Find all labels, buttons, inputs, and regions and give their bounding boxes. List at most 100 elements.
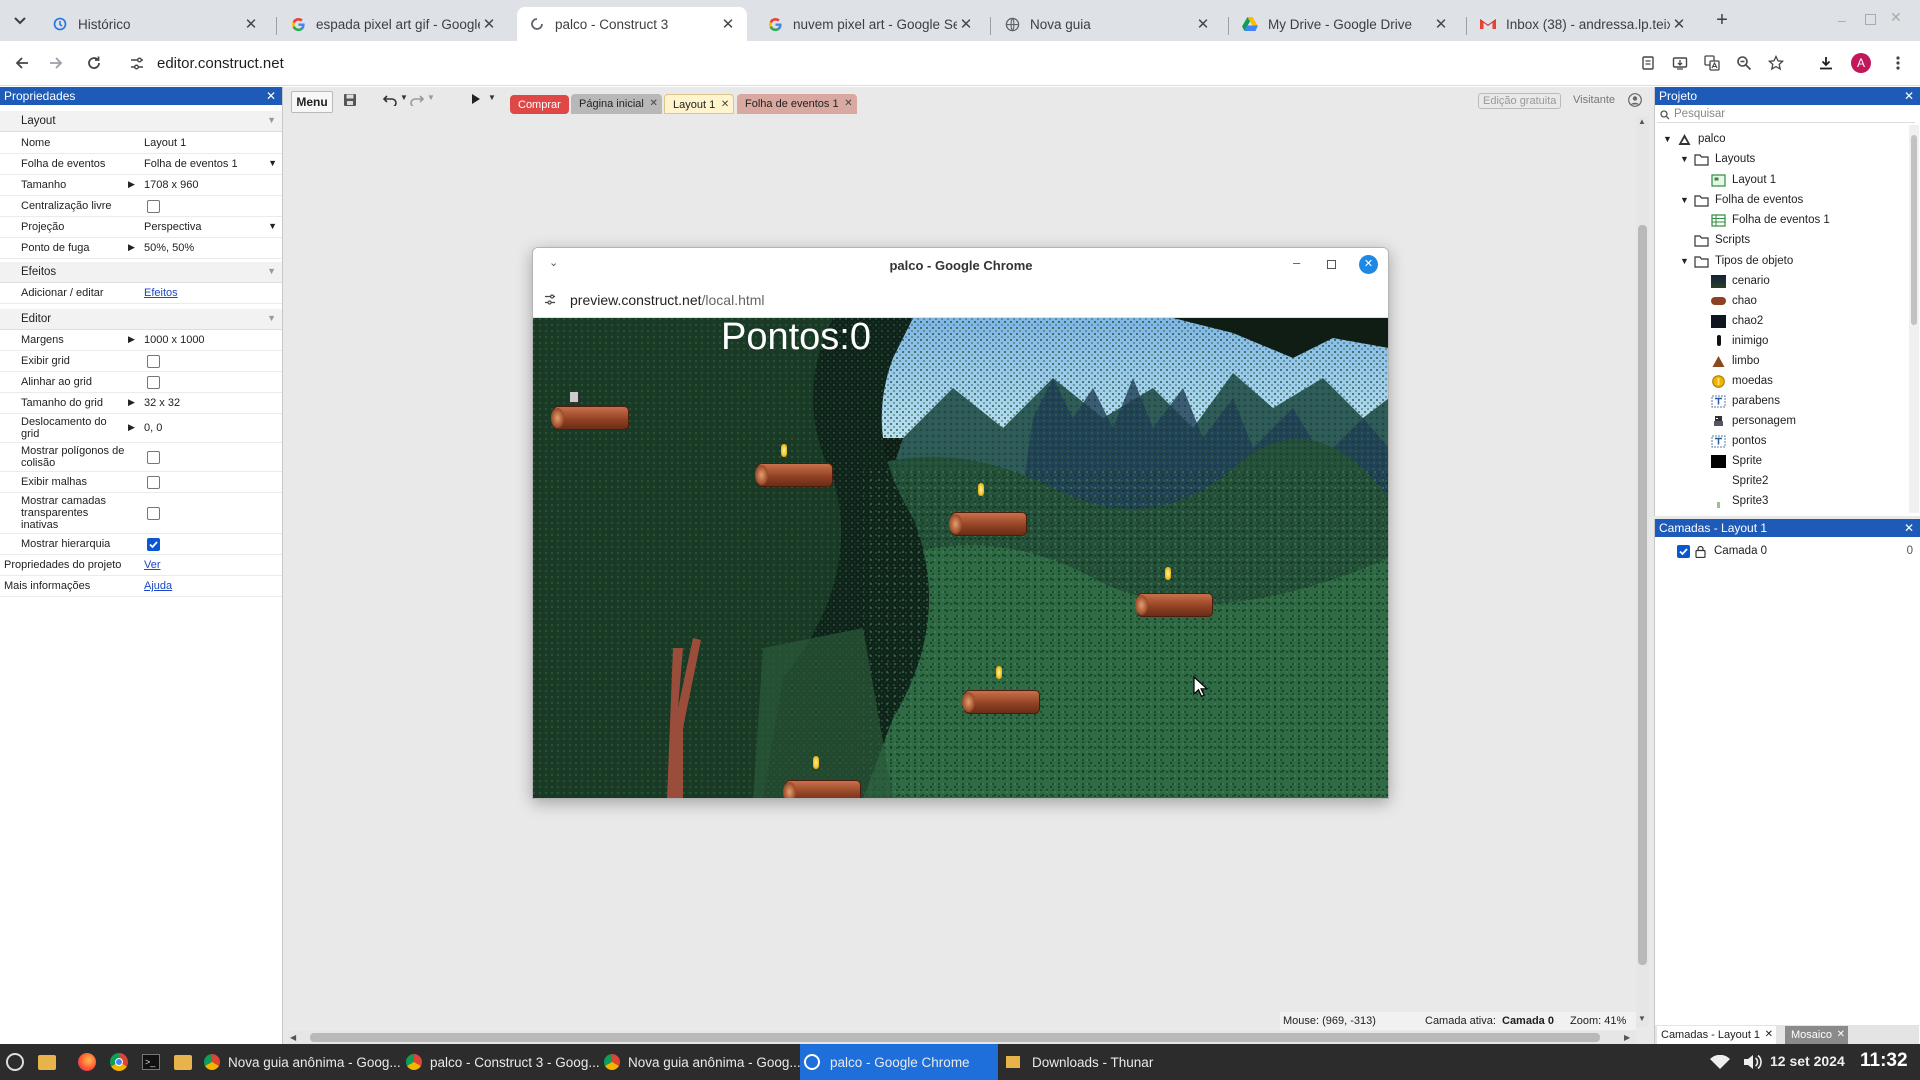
redo-dropdown-icon[interactable]: ▼ [427, 93, 435, 102]
object-type-sprite3[interactable]: Sprite3 [1711, 492, 1768, 510]
free-edition-badge[interactable]: Edição gratuita [1478, 93, 1562, 109]
browser-tab-historico[interactable]: Histórico ✕ [40, 7, 270, 41]
scrollbar-thumb[interactable] [1911, 135, 1917, 325]
object-type-inimigo[interactable]: inimigo [1711, 332, 1768, 350]
maximize-window-icon[interactable] [1327, 260, 1336, 269]
close-icon[interactable]: ✕ [1837, 1026, 1845, 1044]
prop-row-tamanho[interactable]: ▶ Tamanho 1708 x 960 [0, 175, 282, 196]
taskbar-item-palco-chrome[interactable]: palco - Google Chrome [800, 1044, 998, 1080]
prop-value[interactable]: 32 x 32 [144, 397, 180, 409]
section-efeitos[interactable]: Efeitos ▼ [0, 262, 282, 283]
close-icon[interactable]: ✕ [1904, 87, 1914, 105]
buy-button[interactable]: Comprar [510, 95, 569, 114]
editor-tab-pagina-inicial[interactable]: Página inicial ✕ [571, 94, 662, 114]
project-search-input[interactable]: Pesquisar [1657, 107, 1915, 123]
expand-arrow-icon[interactable]: ▶ [128, 179, 135, 190]
prop-row-nome[interactable]: Nome Layout 1 [0, 133, 282, 154]
object-type-pontos[interactable]: pontos [1711, 432, 1767, 450]
vertical-scrollbar[interactable]: ▲ ▼ [1636, 117, 1649, 1027]
address-bar[interactable]: editor.construct.net [116, 46, 1690, 81]
layer-row[interactable]: Camada 0 0 [1655, 543, 1919, 561]
prop-row-camadas-transparentes[interactable]: Mostrar camadas transparentes inativas [0, 493, 282, 534]
close-icon[interactable]: ✕ [844, 94, 852, 114]
close-icon[interactable]: ✕ [1904, 519, 1914, 537]
prop-row-mais-informacoes[interactable]: Mais informações Ajuda [0, 576, 282, 597]
object-type-personagem[interactable]: personagem [1711, 412, 1796, 430]
expand-arrow-icon[interactable]: ▼ [1680, 154, 1694, 164]
close-icon[interactable]: ✕ [957, 15, 975, 33]
expand-arrow-icon[interactable]: ▼ [1680, 256, 1694, 266]
undo-dropdown-icon[interactable]: ▼ [400, 93, 408, 102]
horizontal-scrollbar[interactable]: ◀ ▶ [288, 1031, 1636, 1044]
tree-folder-scripts[interactable]: Scripts [1694, 231, 1750, 249]
section-layout[interactable]: Layout ▼ [0, 111, 282, 132]
volume-icon[interactable] [1742, 1053, 1762, 1071]
scrollbar-thumb[interactable] [310, 1033, 1600, 1042]
downloads-icon[interactable] [1812, 49, 1840, 77]
prop-row-margens[interactable]: ▶ Margens 1000 x 1000 [0, 330, 282, 351]
tree-item-folha-eventos-1[interactable]: Folha de eventos 1 [1711, 211, 1830, 229]
close-icon[interactable]: ✕ [1194, 15, 1212, 33]
tree-folder-layouts[interactable]: ▼ Layouts [1680, 150, 1755, 168]
tab-camadas[interactable]: Camadas - Layout 1 ✕ [1657, 1026, 1777, 1044]
more-menu-icon[interactable] [1884, 49, 1912, 77]
tab-mosaico[interactable]: Mosaico ✕ [1785, 1026, 1848, 1044]
prop-select-value[interactable]: Folha de eventos 1 [144, 158, 238, 170]
prop-checkbox[interactable] [147, 200, 160, 213]
user-icon[interactable] [1628, 93, 1642, 107]
collapse-icon[interactable]: ▼ [267, 115, 276, 125]
prop-value[interactable]: Layout 1 [144, 137, 186, 149]
tree-folder-eventos[interactable]: ▼ Folha de eventos [1680, 191, 1803, 209]
collapse-icon[interactable]: ▼ [267, 313, 276, 323]
object-type-moedas[interactable]: moedas [1711, 372, 1773, 390]
taskbar-date[interactable]: 12 set 2024 [1770, 1053, 1845, 1069]
prop-row-poligonos-colisao[interactable]: Mostrar polígonos de colisão [0, 443, 282, 472]
minimize-window-icon[interactable]: – [1293, 255, 1300, 270]
bookmark-star-icon[interactable] [1762, 49, 1790, 77]
chrome-launcher-icon[interactable] [110, 1053, 128, 1071]
close-window-icon[interactable]: ✕ [1890, 9, 1906, 25]
object-type-parabens[interactable]: parabens [1711, 392, 1780, 410]
redo-icon[interactable] [410, 94, 424, 106]
taskbar-item-nova-guia-2[interactable]: Nova guia anônima - Goog... [600, 1044, 800, 1080]
expand-arrow-icon[interactable]: ▼ [1663, 134, 1677, 144]
expand-arrow-icon[interactable]: ▶ [128, 397, 135, 408]
object-type-limbo[interactable]: limbo [1711, 352, 1759, 370]
tab-search-button[interactable] [8, 10, 32, 32]
prop-row-efeitos[interactable]: Adicionar / editar Efeitos [0, 283, 282, 304]
browser-tab-inbox[interactable]: Inbox (38) - andressa.lp.teixe ✕ [1468, 7, 1698, 41]
taskbar-item-downloads-thunar[interactable]: Downloads - Thunar [1002, 1044, 1202, 1080]
object-type-cenario[interactable]: cenario [1711, 272, 1770, 290]
prop-row-folha-eventos[interactable]: Folha de eventos Folha de eventos 1 ▼ [0, 154, 282, 175]
back-button[interactable] [8, 49, 36, 77]
prop-row-propriedades-projeto[interactable]: Propriedades do projeto Ver [0, 555, 282, 576]
prop-checkbox-checked[interactable] [147, 538, 160, 551]
scroll-up-icon[interactable]: ▲ [1638, 117, 1646, 126]
reload-button[interactable] [80, 49, 108, 77]
firefox-launcher-icon[interactable] [78, 1053, 96, 1071]
lock-icon[interactable] [1695, 545, 1706, 558]
prop-value[interactable]: 50%, 50% [144, 242, 194, 254]
prop-value[interactable]: 1000 x 1000 [144, 334, 205, 346]
url-text[interactable]: editor.construct.net [157, 55, 284, 72]
tree-item-layout-1[interactable]: Layout 1 [1711, 171, 1776, 189]
folder-launcher-icon[interactable] [174, 1055, 192, 1070]
close-icon[interactable]: ✕ [242, 15, 260, 33]
close-icon[interactable]: ✕ [1765, 1026, 1773, 1044]
prop-row-projecao[interactable]: Projeção Perspectiva ▼ [0, 217, 282, 238]
preview-url[interactable]: preview.construct.net/local.html [570, 292, 765, 308]
preview-titlebar[interactable]: ⌄ palco - Google Chrome – ✕ [533, 248, 1388, 282]
prop-row-tamanho-grid[interactable]: ▶ Tamanho do grid 32 x 32 [0, 393, 282, 414]
prop-row-exibir-malhas[interactable]: Exibir malhas [0, 472, 282, 493]
chevron-down-icon[interactable]: ▼ [268, 221, 277, 231]
translate-icon[interactable] [1698, 49, 1726, 77]
efeitos-link[interactable]: Efeitos [144, 287, 178, 299]
project-scrollbar[interactable] [1909, 125, 1919, 513]
layer-visible-checkbox[interactable] [1677, 545, 1690, 558]
preview-dropdown-icon[interactable]: ▼ [488, 93, 496, 102]
preview-window[interactable]: ⌄ palco - Google Chrome – ✕ preview.cons… [532, 247, 1389, 799]
ver-link[interactable]: Ver [144, 559, 161, 571]
reading-mode-icon[interactable] [1634, 49, 1662, 77]
object-type-chao[interactable]: chao [1711, 292, 1757, 310]
menu-button[interactable]: Menu [291, 91, 333, 113]
